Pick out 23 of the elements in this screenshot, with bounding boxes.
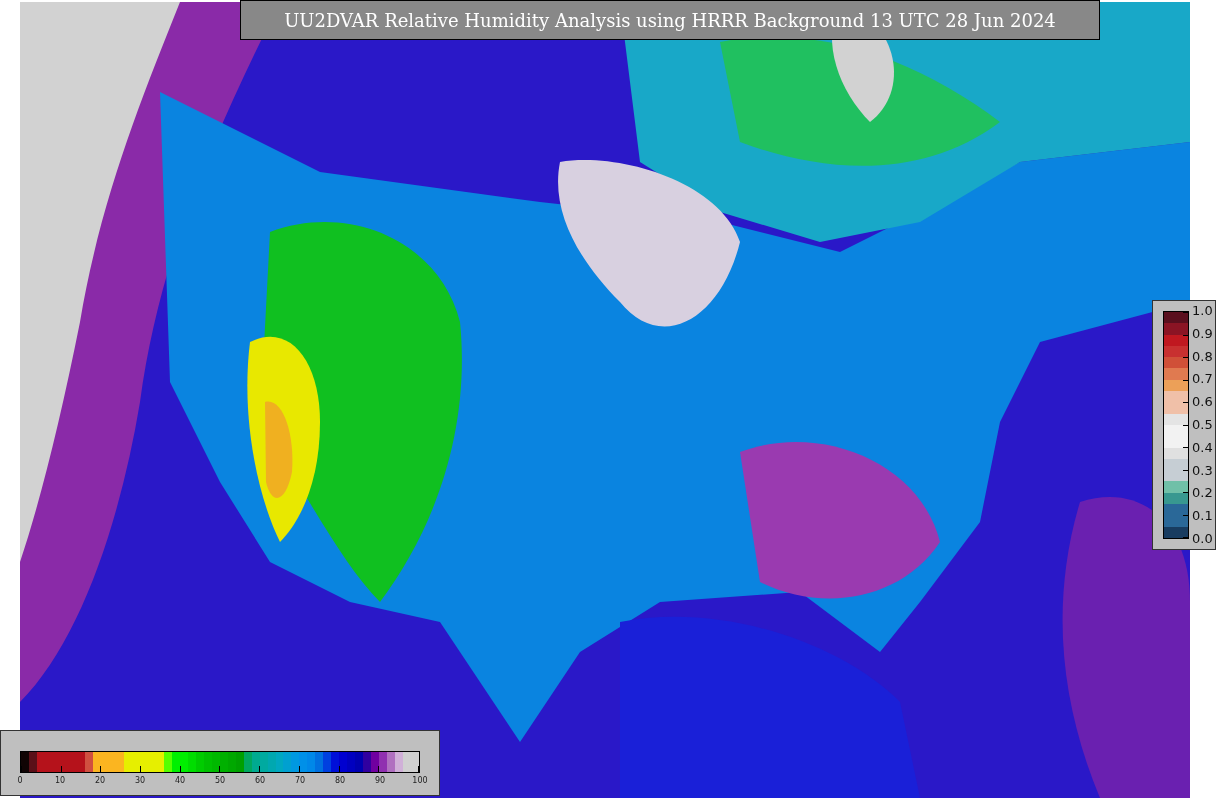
tick-label: 20 xyxy=(93,776,107,785)
tick-label: 0.3 xyxy=(1192,462,1213,479)
tick-label: 0.0 xyxy=(1192,530,1213,547)
tick-label: 60 xyxy=(253,776,267,785)
tick-label: 0.9 xyxy=(1192,325,1213,342)
tick-label: 1.0 xyxy=(1192,303,1213,319)
tick-label: 90 xyxy=(373,776,387,785)
tick-label: 50 xyxy=(213,776,227,785)
tick-label: 0.4 xyxy=(1192,439,1213,456)
tick-label: 80 xyxy=(333,776,347,785)
tick-label: 30 xyxy=(133,776,147,785)
map-title: UU2DVAR Relative Humidity Analysis using HRRR Background 13 UTC 28 Jun 2024 xyxy=(240,0,1100,40)
tick-label: 0.6 xyxy=(1192,394,1213,411)
tick-label: 0.8 xyxy=(1192,348,1213,365)
tick-label: 0.7 xyxy=(1192,371,1213,388)
tick-label: 0.1 xyxy=(1192,508,1213,525)
tick-label: 0.2 xyxy=(1192,485,1213,502)
tick-label: 70 xyxy=(293,776,307,785)
tick-label: 0 xyxy=(16,776,24,785)
tick-label: 40 xyxy=(173,776,187,785)
tick-label: 10 xyxy=(53,776,67,785)
tick-label: 0.5 xyxy=(1192,417,1213,433)
tick-label: 100 xyxy=(411,776,429,785)
